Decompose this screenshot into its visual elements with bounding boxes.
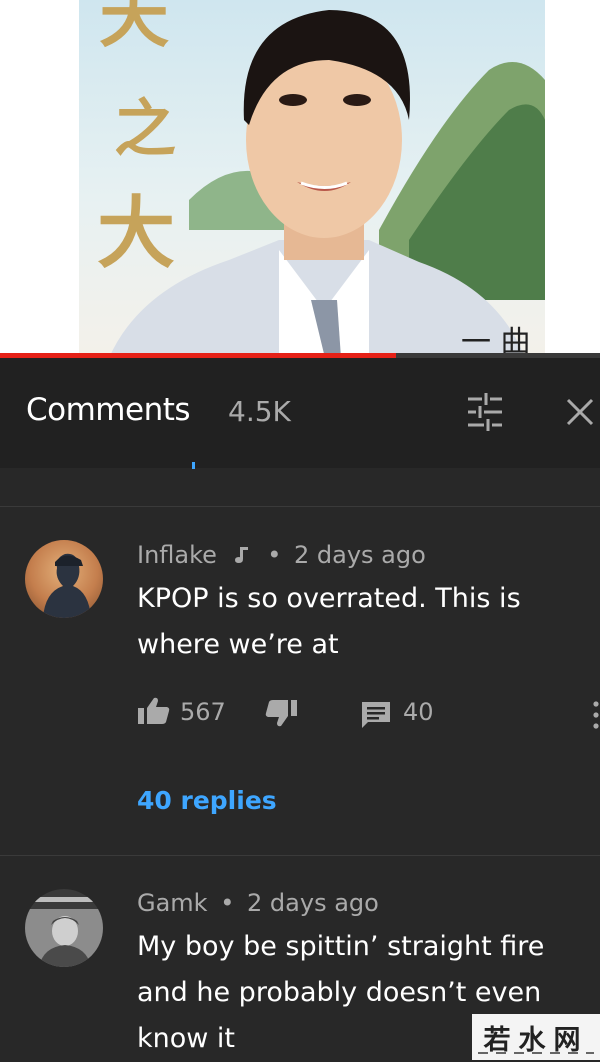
thumbs-up-icon bbox=[138, 697, 170, 724]
avatar[interactable] bbox=[25, 889, 103, 967]
like-count: 567 bbox=[180, 698, 226, 726]
thumbs-down-icon bbox=[265, 700, 297, 727]
comment-icon bbox=[362, 702, 390, 728]
poster-glyph-2: 之 bbox=[114, 92, 176, 165]
music-note-icon bbox=[234, 547, 248, 563]
poster-glyph-3: 大 bbox=[97, 188, 175, 279]
comment-meta: Inflake • 2 days ago bbox=[137, 541, 426, 569]
dislike-button[interactable] bbox=[264, 698, 298, 728]
comment-time: 2 days ago bbox=[294, 541, 426, 569]
comment-author[interactable]: Inflake bbox=[137, 541, 217, 569]
comments-count: 4.5K bbox=[228, 395, 291, 428]
poster-glyph-1: 天 bbox=[99, 0, 169, 57]
meta-separator: • bbox=[220, 889, 235, 917]
divider bbox=[0, 506, 600, 507]
more-vert-icon bbox=[593, 701, 599, 729]
watermark-underline bbox=[478, 1052, 594, 1054]
poster-artwork: 天 之 大 一 曲 bbox=[97, 0, 545, 358]
avatar-image bbox=[43, 553, 91, 618]
sort-filter-icon bbox=[468, 393, 502, 431]
avatar[interactable] bbox=[25, 540, 103, 618]
close-button[interactable] bbox=[560, 392, 600, 432]
more-options-button[interactable] bbox=[588, 698, 600, 732]
video-thumbnail: 天 之 大 一 曲 bbox=[79, 0, 545, 358]
meta-separator: • bbox=[267, 541, 282, 569]
close-icon bbox=[566, 398, 594, 426]
sort-button[interactable] bbox=[464, 391, 506, 433]
comment-meta: Gamk • 2 days ago bbox=[137, 889, 379, 917]
scroll-indicator bbox=[192, 462, 195, 469]
watermark: 若水网 bbox=[472, 1014, 600, 1060]
comment-time: 2 days ago bbox=[247, 889, 379, 917]
like-button[interactable] bbox=[137, 696, 171, 726]
comments-title: Comments bbox=[26, 392, 191, 428]
avatar-image bbox=[25, 889, 103, 967]
comment-author[interactable]: Gamk bbox=[137, 889, 208, 917]
divider bbox=[0, 855, 600, 856]
reply-count: 40 bbox=[403, 698, 434, 726]
view-replies-link[interactable]: 40 replies bbox=[137, 786, 277, 815]
comment-text: KPOP is so overrated. This is where we’r… bbox=[137, 583, 521, 660]
video-player[interactable]: 天 之 大 一 曲 bbox=[0, 0, 600, 358]
reply-button[interactable] bbox=[360, 700, 392, 730]
